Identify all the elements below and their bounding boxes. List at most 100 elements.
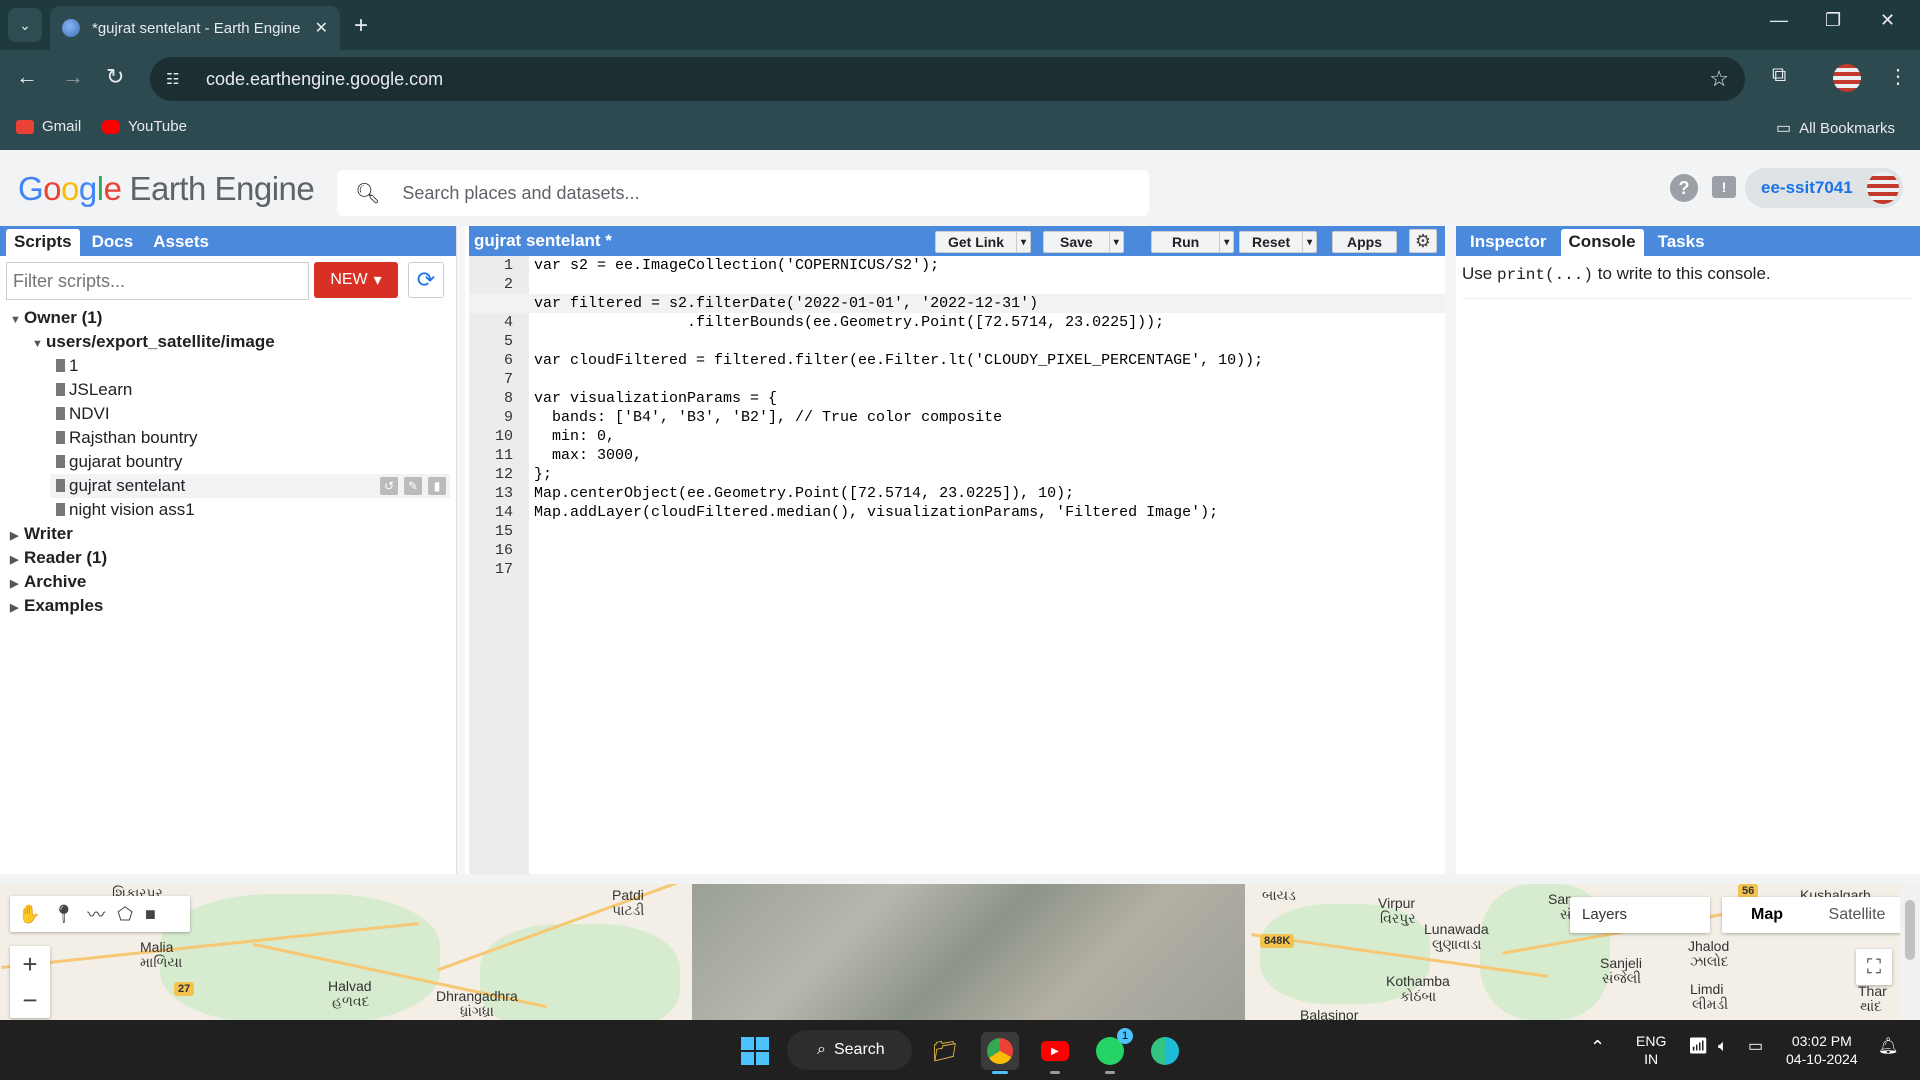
file-explorer-icon[interactable]: 📁︎ [926, 1032, 964, 1070]
rectangle-icon[interactable]: ■ [145, 904, 156, 925]
back-icon[interactable]: ← [16, 64, 38, 90]
dropdown-arrow-icon[interactable]: ▾ [1108, 232, 1123, 252]
code-line[interactable]: bands: ['B4', 'B3', 'B2'], // True color… [534, 408, 1445, 427]
tab-assets[interactable]: Assets [145, 229, 217, 256]
code-line[interactable]: min: 0, [534, 427, 1445, 446]
map-view[interactable]: શિકારપુર Patdi પાટડી Malia માળિયા Halvad… [0, 884, 1920, 1020]
tree-repo[interactable]: ▼ users/export_satellite/image [32, 330, 275, 354]
delete-icon[interactable]: ▮ [428, 477, 446, 495]
polygon-icon[interactable]: ⬠ [117, 904, 133, 925]
tab-console[interactable]: Console [1560, 229, 1644, 256]
code-line[interactable]: var s2 = ee.ImageCollection('COPERNICUS/… [534, 256, 1445, 275]
new-button[interactable]: NEW ▾ [314, 262, 398, 298]
line-icon[interactable]: 〰 [87, 901, 105, 927]
feedback-button[interactable]: ! [1712, 176, 1736, 198]
dropdown-arrow-icon[interactable]: ▾ [1016, 232, 1030, 252]
marker-icon[interactable]: 📍︎ [52, 904, 75, 925]
code-line[interactable] [534, 541, 1445, 560]
bookmark-youtube[interactable]: YouTube [102, 118, 187, 135]
code-line[interactable]: var filtered = s2.filterDate('2022-01-01… [469, 294, 1445, 313]
edge-icon[interactable] [1146, 1032, 1184, 1070]
map-type-satellite[interactable]: Satellite [1812, 897, 1902, 933]
address-bar[interactable]: ☷ code.earthengine.google.com ☆ [150, 57, 1745, 101]
code-line[interactable] [534, 560, 1445, 579]
map-scrollbar[interactable] [1900, 884, 1920, 1020]
map-splitter[interactable] [0, 874, 1920, 884]
browser-menu-icon[interactable]: ⋮ [1888, 64, 1908, 89]
tree-file[interactable]: JSLearn [56, 378, 132, 402]
bookmark-star-icon[interactable]: ☆ [1709, 66, 1729, 92]
code-lines[interactable]: var s2 = ee.ImageCollection('COPERNICUS/… [469, 256, 1445, 579]
pan-hand-icon[interactable]: ✋ [18, 904, 40, 925]
whatsapp-icon[interactable]: 1 [1091, 1028, 1133, 1074]
code-line[interactable]: var cloudFiltered = filtered.filter(ee.F… [534, 351, 1445, 370]
tree-file[interactable]: NDVI [56, 402, 110, 426]
tree-file[interactable]: Rajsthan bountry [56, 426, 198, 450]
code-line[interactable] [534, 332, 1445, 351]
youtube-app-icon[interactable]: ▶ [1036, 1032, 1074, 1074]
dropdown-arrow-icon[interactable]: ▾ [1302, 232, 1316, 252]
zoom-out-button[interactable]: − [10, 982, 50, 1018]
save-button[interactable]: Save ▾ [1043, 231, 1124, 253]
code-line[interactable] [534, 275, 1445, 294]
tab-tasks[interactable]: Tasks [1650, 229, 1713, 256]
tree-owner[interactable]: ▼ Owner (1) [10, 306, 102, 330]
forward-icon[interactable]: → [62, 64, 84, 90]
reload-icon[interactable]: ↻ [106, 64, 124, 90]
tab-search-button[interactable]: ⌄ [8, 8, 42, 42]
tree-section[interactable]: ▶ Examples [10, 594, 103, 618]
code-line[interactable]: .filterBounds(ee.Geometry.Point([72.5714… [534, 313, 1445, 332]
reset-button[interactable]: Reset ▾ [1239, 231, 1318, 253]
right-splitter[interactable] [1445, 226, 1456, 874]
tree-file-selected[interactable]: gujrat sentelant [56, 474, 185, 498]
taskbar-search[interactable]: ⌕ Search [787, 1030, 912, 1070]
site-info-icon[interactable]: ☷ [166, 70, 186, 88]
zoom-in-button[interactable]: + [10, 946, 50, 982]
volume-icon[interactable]: 🔈︎ [1718, 1038, 1728, 1056]
scroll-thumb[interactable] [1905, 900, 1915, 960]
all-bookmarks[interactable]: ▭ All Bookmarks [1776, 118, 1895, 138]
tree-section[interactable]: ▶ Reader (1) [10, 546, 107, 570]
browser-tab[interactable]: *gujrat sentelant - Earth Engine ✕ [50, 6, 340, 50]
help-button[interactable]: ? [1670, 174, 1698, 202]
refresh-scripts-button[interactable]: ⟳ [408, 262, 444, 298]
code-line[interactable] [534, 522, 1445, 541]
code-line[interactable]: max: 3000, [534, 446, 1445, 465]
new-tab-button[interactable]: + [354, 12, 368, 40]
clock[interactable]: 03:02 PM 04-10-2024 [1786, 1032, 1858, 1068]
rename-icon[interactable]: ✎ [404, 477, 422, 495]
fullscreen-icon[interactable]: ⛶ [1856, 949, 1892, 985]
run-button[interactable]: Run ▾ [1151, 231, 1235, 253]
chrome-icon[interactable] [981, 1032, 1019, 1074]
account-chip[interactable]: ee-ssit7041 [1745, 168, 1903, 208]
apps-button[interactable]: Apps [1332, 231, 1397, 253]
minimize-icon[interactable]: — [1770, 10, 1788, 31]
layers-button[interactable]: Layers [1570, 897, 1710, 933]
wifi-icon[interactable]: 📶︎ [1688, 1038, 1708, 1056]
code-line[interactable]: Map.addLayer(cloudFiltered.median(), vis… [534, 503, 1445, 522]
code-line[interactable]: }; [534, 465, 1445, 484]
map-type-map[interactable]: Map [1722, 897, 1812, 933]
language-indicator[interactable]: ENG IN [1636, 1032, 1666, 1068]
code-line[interactable] [534, 370, 1445, 389]
battery-icon[interactable]: ▭ [1748, 1038, 1763, 1056]
tree-file[interactable]: night vision ass1 [56, 498, 195, 522]
code-line[interactable]: var visualizationParams = { [534, 389, 1445, 408]
filter-scripts-input[interactable] [6, 262, 309, 300]
left-splitter[interactable] [457, 226, 465, 874]
tab-scripts[interactable]: Scripts [6, 229, 80, 256]
tree-section[interactable]: ▶ Archive [10, 570, 86, 594]
extensions-icon[interactable]: ⧉ [1772, 64, 1786, 87]
show-hidden-icons-icon[interactable]: ⌃ [1590, 1038, 1605, 1056]
restore-icon[interactable]: ❐ [1825, 10, 1841, 31]
google-earth-engine-logo[interactable]: Google Earth Engine [18, 170, 315, 208]
tree-file[interactable]: 1 [56, 354, 78, 378]
settings-gear-icon[interactable]: ⚙ [1409, 229, 1437, 253]
code-line[interactable]: Map.centerObject(ee.Geometry.Point([72.5… [534, 484, 1445, 503]
get-link-button[interactable]: Get Link ▾ [935, 231, 1032, 253]
tree-file[interactable]: gujarat bountry [56, 450, 182, 474]
places-search[interactable]: 🔍︎ Search places and datasets... [337, 170, 1149, 216]
profile-avatar[interactable] [1833, 64, 1861, 92]
close-tab-icon[interactable]: ✕ [315, 18, 328, 38]
dropdown-arrow-icon[interactable]: ▾ [1219, 232, 1233, 252]
